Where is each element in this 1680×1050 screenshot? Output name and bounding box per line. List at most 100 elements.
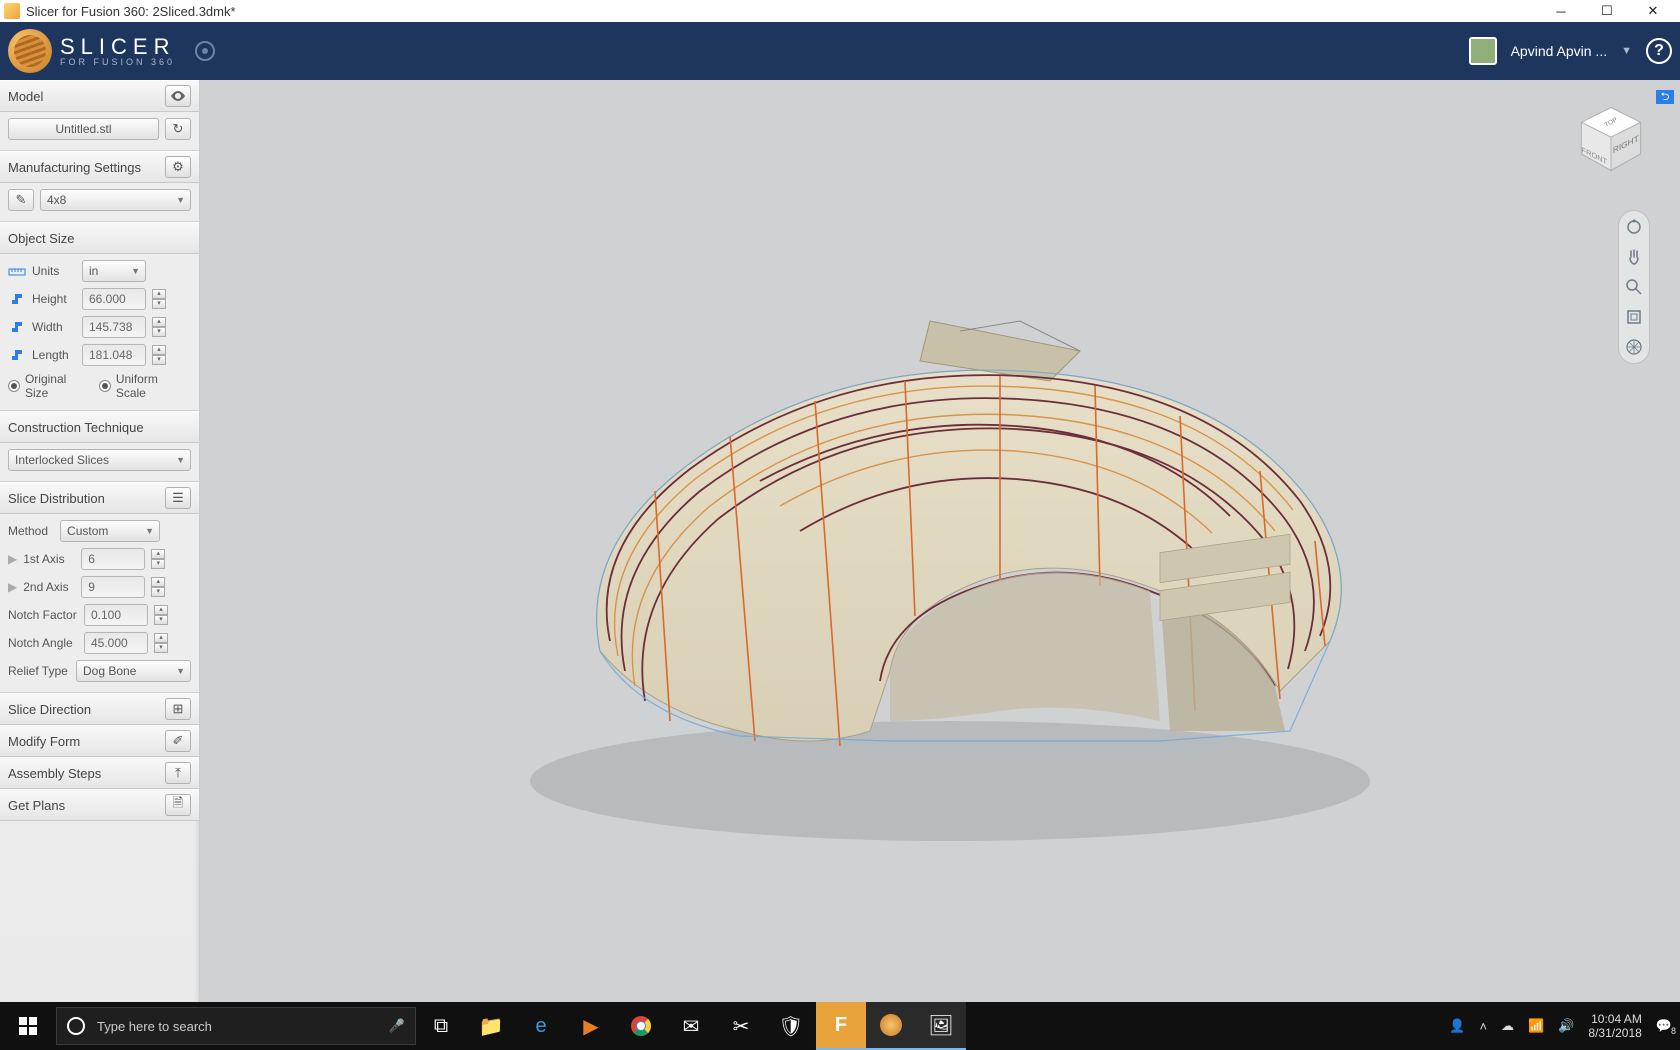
length-icon bbox=[8, 348, 26, 362]
chrome-icon[interactable] bbox=[616, 1002, 666, 1050]
file-explorer-icon[interactable]: 📁 bbox=[466, 1002, 516, 1050]
width-dec[interactable]: ▾ bbox=[152, 327, 166, 337]
width-inc[interactable]: ▴ bbox=[152, 317, 166, 327]
uniform-scale-radio[interactable] bbox=[99, 380, 111, 392]
na-inc[interactable]: ▴ bbox=[154, 633, 168, 643]
notch-factor-input[interactable]: 0.100 bbox=[84, 604, 148, 626]
nf-inc[interactable]: ▴ bbox=[154, 605, 168, 615]
3d-viewport[interactable]: ⮌ TOP FRONT RIGHT bbox=[200, 80, 1680, 1002]
reload-model-button[interactable]: ↻ bbox=[165, 118, 191, 140]
volume-icon[interactable]: 🔊 bbox=[1558, 1018, 1574, 1034]
start-button[interactable] bbox=[0, 1002, 56, 1050]
mail-icon[interactable]: ✉ bbox=[666, 1002, 716, 1050]
na-dec[interactable]: ▾ bbox=[154, 643, 168, 653]
sidebar: Model Untitled.stl ↻ Manufacturing Setti… bbox=[0, 80, 200, 1002]
help-button[interactable]: ? bbox=[1646, 38, 1672, 64]
units-icon bbox=[8, 264, 26, 278]
security-icon[interactable]: 🛡 bbox=[766, 1002, 816, 1050]
notifications-icon[interactable]: 💬8 bbox=[1656, 1018, 1672, 1034]
relief-type-dropdown[interactable]: Dog Bone bbox=[76, 660, 191, 682]
window-title: Slicer for Fusion 360: 2Sliced.3dmk* bbox=[26, 4, 236, 19]
display-settings-tool[interactable] bbox=[1624, 337, 1644, 357]
steps-icon: ⤒ bbox=[175, 765, 181, 781]
snip-icon[interactable]: ✂ bbox=[716, 1002, 766, 1050]
getplans-panel-header[interactable]: Get Plans 🗎 bbox=[0, 789, 199, 821]
user-avatar[interactable] bbox=[1469, 37, 1497, 65]
original-size-radio[interactable] bbox=[8, 380, 20, 392]
window-controls: ─ ☐ ✕ bbox=[1538, 0, 1676, 22]
mfg-preset-dropdown[interactable]: 4x8 bbox=[40, 189, 191, 211]
notch-angle-input[interactable]: 45.000 bbox=[84, 632, 148, 654]
pan-tool[interactable] bbox=[1624, 247, 1644, 267]
task-view-button[interactable]: ⧉ bbox=[416, 1002, 466, 1050]
movies-icon[interactable]: ▶ bbox=[566, 1002, 616, 1050]
maximize-button[interactable]: ☐ bbox=[1584, 0, 1630, 22]
edit-icon: ✐ bbox=[173, 733, 184, 749]
export-icon: 🗎 bbox=[173, 794, 183, 816]
axis2-inc[interactable]: ▴ bbox=[151, 577, 165, 587]
method-dropdown[interactable]: Custom bbox=[60, 520, 160, 542]
width-input[interactable]: 145.738 bbox=[82, 316, 146, 338]
axis2-input[interactable]: 9 bbox=[81, 576, 145, 598]
zoom-tool[interactable] bbox=[1624, 277, 1644, 297]
minimize-button[interactable]: ─ bbox=[1538, 0, 1584, 22]
construction-technique-dropdown[interactable]: Interlocked Slices bbox=[8, 449, 191, 471]
app-toolbar: SLICER FOR FUSION 360 Apvind Apvin ... ▼… bbox=[0, 22, 1680, 80]
play-icon-2[interactable]: ▶ bbox=[8, 580, 17, 594]
view-cube[interactable]: TOP FRONT RIGHT bbox=[1574, 102, 1648, 176]
getplans-button[interactable]: 🗎 bbox=[165, 794, 191, 816]
units-dropdown[interactable]: in bbox=[82, 260, 146, 282]
orbit-tool[interactable] bbox=[1624, 217, 1644, 237]
height-inc[interactable]: ▴ bbox=[152, 289, 166, 299]
model-visibility-button[interactable] bbox=[165, 85, 191, 107]
axis2-dec[interactable]: ▾ bbox=[151, 587, 165, 597]
collapse-panel-button[interactable]: ⮌ bbox=[1656, 90, 1674, 104]
user-menu-caret[interactable]: ▼ bbox=[1621, 45, 1632, 57]
axis1-inc[interactable]: ▴ bbox=[151, 549, 165, 559]
mfg-settings-button[interactable]: ⚙ bbox=[165, 156, 191, 178]
slicedist-options-button[interactable]: ☰ bbox=[165, 487, 191, 509]
logo-icon bbox=[8, 29, 52, 73]
slicer-icon[interactable] bbox=[866, 1002, 916, 1050]
logo-subtitle: FOR FUSION 360 bbox=[60, 58, 175, 67]
assembly-button[interactable]: ⤒ bbox=[165, 762, 191, 784]
axis1-label: 1st Axis bbox=[23, 552, 75, 566]
nf-dec[interactable]: ▾ bbox=[154, 615, 168, 625]
length-inc[interactable]: ▴ bbox=[152, 345, 166, 355]
modifyform-panel-header[interactable]: Modify Form ✐ bbox=[0, 725, 199, 757]
slicedir-button[interactable]: ⊞ bbox=[165, 698, 191, 720]
app-logo: SLICER FOR FUSION 360 bbox=[8, 29, 215, 73]
edit-mfg-button[interactable]: ✎ bbox=[8, 189, 34, 211]
fit-tool[interactable] bbox=[1624, 307, 1644, 327]
tray-chevron-icon[interactable]: ˄ bbox=[1479, 1019, 1487, 1034]
length-dec[interactable]: ▾ bbox=[152, 355, 166, 365]
people-icon[interactable]: 👤 bbox=[1449, 1018, 1465, 1034]
taskbar-search[interactable]: Type here to search 🎤 bbox=[56, 1007, 416, 1045]
height-input[interactable]: 66.000 bbox=[82, 288, 146, 310]
units-label: Units bbox=[32, 264, 76, 278]
height-dec[interactable]: ▾ bbox=[152, 299, 166, 309]
axis1-input[interactable]: 6 bbox=[81, 548, 145, 570]
onedrive-icon[interactable]: ☁ bbox=[1501, 1018, 1514, 1034]
photos-icon[interactable]: 🖼 bbox=[916, 1002, 966, 1050]
mic-icon[interactable]: 🎤 bbox=[389, 1018, 405, 1034]
construction-panel-header: Construction Technique bbox=[0, 411, 199, 443]
modifyform-button[interactable]: ✐ bbox=[165, 730, 191, 752]
axis1-dec[interactable]: ▾ bbox=[151, 559, 165, 569]
slicedir-panel-header[interactable]: Slice Direction ⊞ bbox=[0, 693, 199, 725]
user-name[interactable]: Apvind Apvin ... bbox=[1511, 43, 1608, 59]
clock[interactable]: 10:04 AM 8/31/2018 bbox=[1588, 1012, 1641, 1041]
wifi-icon[interactable]: 📶 bbox=[1528, 1018, 1544, 1034]
edge-icon[interactable]: e bbox=[516, 1002, 566, 1050]
eye-icon bbox=[170, 91, 186, 101]
play-icon[interactable]: ▶ bbox=[8, 552, 17, 566]
method-label: Method bbox=[8, 524, 48, 538]
target-icon[interactable] bbox=[195, 41, 215, 61]
fusion-icon[interactable]: F bbox=[816, 1002, 866, 1050]
original-size-label: Original Size bbox=[25, 372, 93, 400]
notch-factor-label: Notch Factor bbox=[8, 608, 78, 622]
close-button[interactable]: ✕ bbox=[1630, 0, 1676, 22]
length-input[interactable]: 181.048 bbox=[82, 344, 146, 366]
assembly-panel-header[interactable]: Assembly Steps ⤒ bbox=[0, 757, 199, 789]
model-file-button[interactable]: Untitled.stl bbox=[8, 118, 159, 140]
